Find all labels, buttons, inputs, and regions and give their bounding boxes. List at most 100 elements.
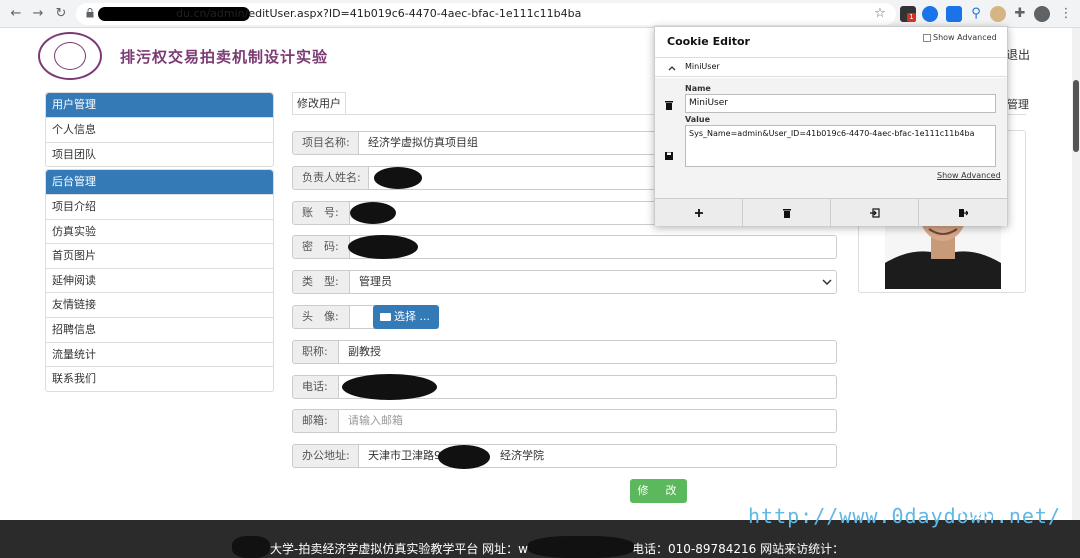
puzzle-icon[interactable]: ✚ bbox=[1012, 6, 1028, 22]
lock-icon bbox=[86, 8, 94, 18]
sidebar-group-title: 用户管理 bbox=[46, 93, 273, 117]
watermark-url: http://www.0daydown.net/ bbox=[748, 504, 1061, 528]
title-label: 职称: bbox=[292, 340, 339, 364]
forward-icon[interactable]: → bbox=[30, 6, 46, 22]
redaction-mark bbox=[342, 374, 437, 400]
checkbox-icon[interactable] bbox=[923, 33, 931, 42]
browser-toolbar: ← → ↻ du.cn/admin/editUser.aspx?ID=41b01… bbox=[0, 0, 1080, 28]
sidebar-item-reading[interactable]: 延伸阅读 bbox=[46, 267, 273, 293]
sidebar-item-intro[interactable]: 项目介绍 bbox=[46, 194, 273, 219]
choose-file-button[interactable]: 选择 ... bbox=[373, 305, 439, 329]
address-row: 办公地址: 天津市卫津路94 经济学院 bbox=[292, 444, 837, 469]
export-icon bbox=[959, 209, 968, 217]
trash-icon[interactable] bbox=[664, 100, 674, 110]
address-bar[interactable]: du.cn/admin/editUser.aspx?ID=41b019c6-44… bbox=[76, 3, 896, 25]
cookie-name-label: Name bbox=[685, 84, 711, 93]
pin-icon[interactable]: ⚲ bbox=[968, 6, 984, 22]
password-input[interactable] bbox=[349, 235, 837, 259]
import-button[interactable] bbox=[831, 199, 919, 227]
type-label: 类 型: bbox=[292, 270, 350, 294]
delete-all-button[interactable] bbox=[743, 199, 831, 227]
type-select-value: 管理员 bbox=[359, 275, 392, 288]
menu-icon[interactable]: ⋮ bbox=[1058, 6, 1074, 22]
university-logo bbox=[38, 32, 102, 80]
show-advanced-toggle[interactable]: Show Advanced bbox=[923, 33, 997, 42]
cookie-editor-toolbar bbox=[655, 198, 1007, 227]
account-label: 账 号: bbox=[292, 201, 350, 225]
trash-icon bbox=[783, 209, 791, 218]
sidebar-item-team[interactable]: 项目团队 bbox=[46, 141, 273, 167]
sidebar-item-traffic[interactable]: 流量统计 bbox=[46, 341, 273, 367]
back-icon[interactable]: ← bbox=[8, 6, 24, 22]
redaction-mark bbox=[528, 536, 634, 558]
redaction-mark bbox=[350, 202, 396, 224]
sidebar-item-contact[interactable]: 联系我们 bbox=[46, 366, 273, 391]
redaction-mark bbox=[438, 445, 490, 469]
email-input[interactable]: 请输入邮箱 bbox=[338, 409, 837, 433]
show-advanced-link[interactable]: Show Advanced bbox=[937, 171, 1001, 180]
phone-label: 电话: bbox=[292, 375, 339, 399]
plus-icon bbox=[695, 209, 703, 217]
logout-link[interactable]: 退出 bbox=[1006, 46, 1030, 63]
sidebar-item-simulation[interactable]: 仿真实验 bbox=[46, 218, 273, 244]
chevron-up-icon bbox=[668, 66, 676, 71]
reload-icon[interactable]: ↻ bbox=[53, 6, 69, 22]
email-row: 邮箱: 请输入邮箱 bbox=[292, 409, 837, 433]
cookie-row[interactable]: MiniUser bbox=[655, 57, 1007, 77]
sidebar-group-title: 后台管理 bbox=[46, 170, 273, 194]
footer-text-end: 电话：010-89784216 网站来访统计： bbox=[631, 542, 845, 556]
add-cookie-button[interactable] bbox=[655, 199, 743, 227]
profile-icon[interactable] bbox=[1034, 6, 1050, 22]
extension-icon[interactable] bbox=[946, 6, 962, 22]
address-input[interactable]: 天津市卫津路94 经济学院 bbox=[358, 444, 837, 468]
redaction-mark bbox=[374, 167, 422, 189]
logo-seal-inner bbox=[54, 42, 86, 70]
email-label: 邮箱: bbox=[292, 409, 339, 433]
site-title: 排污权交易拍卖机制设计实验 bbox=[120, 48, 329, 66]
star-icon[interactable]: ☆ bbox=[872, 6, 888, 22]
avatar-label: 头 像: bbox=[292, 305, 350, 329]
address-value-end: 经济学院 bbox=[500, 449, 544, 462]
cookie-editor-popup: Cookie Editor Show Advanced MiniUser Nam… bbox=[654, 26, 1008, 227]
sidebar-item-homepage-images[interactable]: 首页图片 bbox=[46, 243, 273, 268]
cookie-icon[interactable] bbox=[990, 6, 1006, 22]
cookie-editor-title: Cookie Editor bbox=[667, 35, 750, 48]
avatar-file-input[interactable] bbox=[349, 305, 375, 329]
page-scrollbar[interactable] bbox=[1072, 28, 1080, 520]
cookie-name-input[interactable]: MiniUser bbox=[685, 94, 996, 113]
sidebar-group-admin: 后台管理 项目介绍 仿真实验 首页图片 延伸阅读 友情链接 招聘信息 流量统计 … bbox=[45, 169, 274, 392]
title-input[interactable]: 副教授 bbox=[338, 340, 837, 364]
watermark-logo: F12sec bbox=[955, 504, 1012, 523]
extension-icon[interactable] bbox=[922, 6, 938, 22]
import-icon bbox=[870, 208, 880, 218]
extension-badge: 1 bbox=[907, 13, 916, 22]
redaction-mark bbox=[348, 235, 418, 259]
phone-row: 电话: bbox=[292, 374, 837, 400]
sidebar-item-profile[interactable]: 个人信息 bbox=[46, 117, 273, 142]
chevron-down-icon bbox=[822, 279, 832, 286]
folder-open-icon bbox=[380, 313, 391, 321]
scrollbar-thumb[interactable] bbox=[1073, 80, 1079, 152]
tab-edit-user[interactable]: 修改用户 bbox=[292, 92, 346, 115]
sidebar-item-recruitment[interactable]: 招聘信息 bbox=[46, 316, 273, 342]
footer-text-start: 大学-拍卖经济学虚拟仿真实验教学平台 网址：w bbox=[270, 542, 528, 556]
extension-icon[interactable]: 1 bbox=[900, 6, 916, 22]
sidebar-item-links[interactable]: 友情链接 bbox=[46, 292, 273, 317]
show-advanced-label: Show Advanced bbox=[933, 33, 997, 42]
cookie-value-label: Value bbox=[685, 115, 711, 124]
submit-button[interactable]: 修 改 bbox=[630, 479, 687, 503]
type-select[interactable]: 管理员 bbox=[349, 270, 837, 294]
password-label: 密 码: bbox=[292, 235, 350, 259]
tab-manage[interactable]: 管理 bbox=[1007, 96, 1029, 112]
password-row: 密 码: bbox=[292, 235, 837, 259]
cookie-value-input[interactable]: Sys_Name=admin&User_ID=41b019c6-4470-4ae… bbox=[685, 125, 996, 167]
cookie-row-name: MiniUser bbox=[685, 62, 720, 71]
export-button[interactable] bbox=[919, 199, 1007, 227]
title-row: 职称: 副教授 bbox=[292, 340, 837, 364]
address-value-start: 天津市卫津路94 bbox=[368, 449, 448, 462]
redaction-mark bbox=[232, 536, 270, 558]
owner-label: 负责人姓名: bbox=[292, 166, 369, 190]
address-label: 办公地址: bbox=[292, 444, 359, 468]
type-row: 类 型: 管理员 bbox=[292, 270, 837, 294]
save-icon[interactable] bbox=[664, 151, 674, 161]
